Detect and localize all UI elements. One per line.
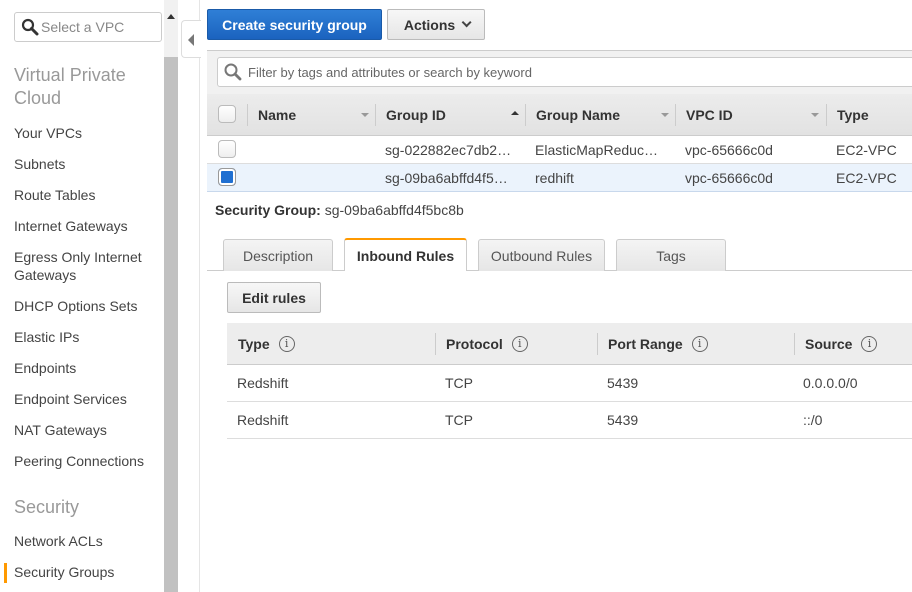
column-header-group-id[interactable]: Group ID [386, 94, 446, 135]
column-separator [247, 104, 248, 126]
search-icon [224, 63, 242, 81]
sidebar-item-internet-gateways[interactable]: Internet Gateways [14, 217, 159, 235]
table-row[interactable]: sg-022882ec7db2… ElasticMapReduc… vpc-65… [207, 136, 912, 164]
sidebar-item-subnets[interactable]: Subnets [14, 155, 159, 173]
column-separator [435, 333, 436, 355]
rule-source: ::/0 [803, 412, 823, 428]
info-icon[interactable]: i [278, 335, 295, 352]
column-header-vpc-id[interactable]: VPC ID [686, 94, 733, 135]
rules-column-type-label: Type [238, 335, 270, 352]
cell-group-name: redhift [535, 169, 574, 186]
sidebar-gutter [178, 0, 200, 592]
sidebar-item-nat-gateways[interactable]: NAT Gateways [14, 421, 159, 439]
column-header-type[interactable]: Type [837, 94, 869, 135]
rule-type: Redshift [237, 375, 289, 391]
column-separator [794, 333, 795, 355]
actions-label: Actions [403, 16, 456, 33]
column-separator [375, 104, 376, 126]
sidebar-item-route-tables[interactable]: Route Tables [14, 186, 159, 204]
rule-port-range: 5439 [607, 375, 639, 391]
search-icon [21, 18, 39, 36]
cell-vpc-id: vpc-65666c0d [685, 141, 773, 158]
sidebar-item-your-vpcs[interactable]: Your VPCs [14, 124, 159, 142]
rule-protocol: TCP [445, 412, 473, 428]
column-separator [826, 104, 827, 126]
section-heading-vpc: Virtual Private Cloud [14, 65, 126, 108]
sort-ascending-icon[interactable] [511, 111, 519, 115]
info-icon[interactable]: i [511, 335, 528, 352]
vpc-select-placeholder: Select a VPC [41, 19, 125, 35]
inbound-rules-table: Type i Protocol i Port Range i Source i … [227, 323, 912, 439]
table-header: Name Group ID Group Name VPC ID Type [207, 94, 912, 136]
sidebar-item-dhcp-options-sets[interactable]: DHCP Options Sets [14, 297, 159, 315]
security-group-label: Security Group: [215, 202, 321, 218]
sidebar-scrollbar[interactable] [164, 0, 178, 592]
filter-placeholder: Filter by tags and attributes or search … [248, 64, 532, 80]
security-group-detail-label: Security Group: sg-09ba6abffd4f5bc8b [215, 202, 464, 218]
security-groups-table: Name Group ID Group Name VPC ID Type sg-… [207, 94, 912, 192]
filter-bar: Filter by tags and attributes or search … [207, 50, 912, 94]
row-checkbox[interactable] [218, 140, 236, 158]
sort-icon[interactable] [661, 113, 669, 117]
info-icon[interactable]: i [691, 335, 708, 352]
column-separator [597, 333, 598, 355]
cell-type: EC2-VPC [836, 141, 897, 158]
sidebar-item-peering-connections[interactable]: Peering Connections [14, 452, 159, 470]
sidebar: Select a VPC Virtual Private Cloud Your … [0, 0, 164, 592]
tab-tags[interactable]: Tags [616, 239, 726, 271]
rules-column-protocol-label: Protocol [446, 335, 503, 352]
actions-button[interactable]: Actions [387, 9, 485, 40]
sidebar-item-endpoint-services[interactable]: Endpoint Services [14, 390, 159, 408]
section-heading-security: Security [14, 497, 80, 517]
filter-search-input[interactable]: Filter by tags and attributes or search … [217, 57, 912, 87]
scrollbar-thumb[interactable] [164, 57, 178, 592]
cell-vpc-id: vpc-65666c0d [685, 169, 773, 186]
rules-table-header: Type i Protocol i Port Range i Source i [227, 323, 912, 365]
tab-inbound-rules[interactable]: Inbound Rules [344, 238, 467, 271]
column-header-name[interactable]: Name [258, 94, 296, 135]
cell-group-name: ElasticMapReduc… [535, 141, 658, 158]
tab-description[interactable]: Description [223, 239, 333, 271]
cell-group-id: sg-022882ec7db2… [385, 141, 512, 158]
collapse-sidebar-button[interactable] [181, 20, 201, 58]
sort-icon[interactable] [811, 113, 819, 117]
sort-icon[interactable] [361, 113, 369, 117]
rules-column-protocol: Protocol i [446, 323, 528, 364]
sidebar-item-elastic-ips[interactable]: Elastic IPs [14, 328, 159, 346]
rules-column-port-range: Port Range i [608, 323, 708, 364]
main-content: Create security group Actions Filter by … [201, 0, 912, 592]
table-row-selected[interactable]: sg-09ba6abffd4f5… redhift vpc-65666c0d E… [207, 164, 912, 192]
sidebar-item-network-acls[interactable]: Network ACLs [14, 532, 159, 550]
sidebar-item-egress-only-internet-gateways[interactable]: Egress Only Internet Gateways [14, 248, 159, 284]
column-header-group-name[interactable]: Group Name [536, 94, 620, 135]
rule-type: Redshift [237, 412, 289, 428]
security-group-id: sg-09ba6abffd4f5bc8b [324, 202, 464, 218]
select-all-checkbox[interactable] [218, 105, 236, 123]
rules-column-port-range-label: Port Range [608, 335, 683, 352]
sidebar-item-security-groups[interactable]: Security Groups [4, 563, 159, 583]
create-security-group-button[interactable]: Create security group [207, 9, 382, 40]
column-separator [525, 104, 526, 126]
chevron-down-icon [461, 17, 472, 28]
cell-type: EC2-VPC [836, 169, 897, 186]
rule-protocol: TCP [445, 375, 473, 391]
sidebar-item-endpoints[interactable]: Endpoints [14, 359, 159, 377]
rules-column-source: Source i [805, 323, 878, 364]
info-icon[interactable]: i [861, 335, 878, 352]
row-checkbox-checked[interactable] [218, 168, 236, 186]
tab-outbound-rules[interactable]: Outbound Rules [478, 239, 605, 271]
edit-rules-button[interactable]: Edit rules [227, 282, 321, 313]
column-separator [675, 104, 676, 126]
rules-column-type: Type i [238, 323, 295, 364]
cell-group-id: sg-09ba6abffd4f5… [385, 169, 508, 186]
rule-row: Redshift TCP 5439 0.0.0.0/0 [227, 365, 912, 402]
vpc-select-input[interactable]: Select a VPC [14, 12, 162, 42]
rule-row: Redshift TCP 5439 ::/0 [227, 402, 912, 439]
rules-column-source-label: Source [805, 335, 853, 352]
chevron-left-icon [188, 34, 194, 46]
scroll-up-arrow-icon[interactable] [167, 14, 175, 19]
rule-source: 0.0.0.0/0 [803, 375, 858, 391]
rule-port-range: 5439 [607, 412, 639, 428]
